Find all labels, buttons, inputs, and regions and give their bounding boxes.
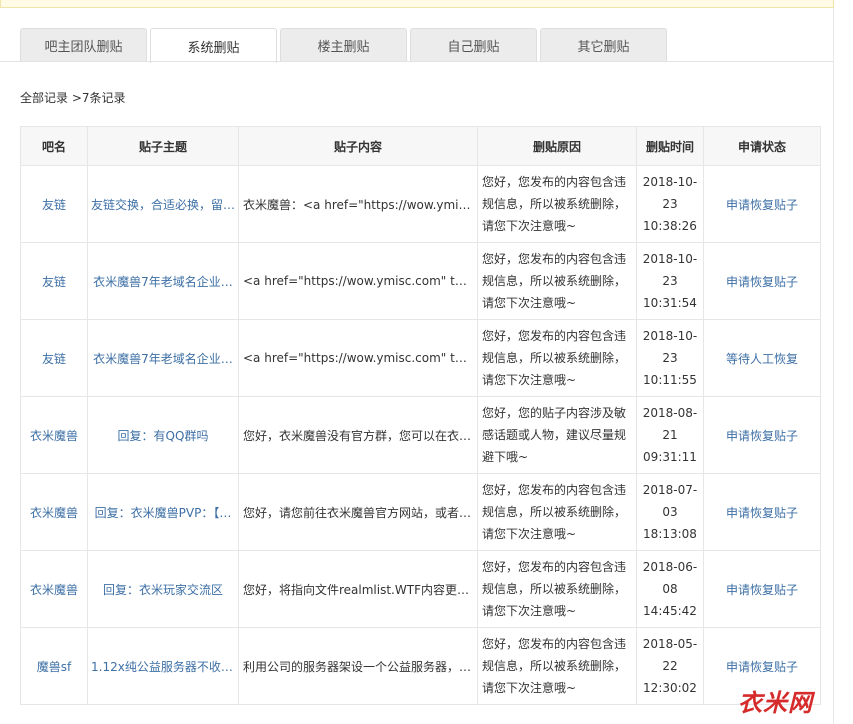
restore-request-link[interactable]: 申请恢复贴子 xyxy=(703,473,821,551)
header-bar: 吧名 xyxy=(20,126,88,166)
post-content: 利用公司的服务器架设一个公益服务器，… xyxy=(243,659,472,674)
delete-clock: 10:31:54 xyxy=(643,296,697,310)
delete-clock: 18:13:08 xyxy=(643,527,697,541)
table-row: 魔兽sf 1.12x纯公益服务器不收取… 利用公司的服务器架设一个公益服务器，…… xyxy=(20,627,821,705)
delete-date: 2018-10-23 xyxy=(642,252,698,288)
delete-date: 2018-07-03 xyxy=(642,483,698,519)
tab-owner-delete[interactable]: 楼主删贴 xyxy=(280,28,407,62)
content-border xyxy=(833,8,834,724)
post-content: 您好，将指向文件realmlist.WTF内容更改… xyxy=(243,582,477,597)
delete-time: 2018-06-08 14:45:42 xyxy=(636,550,704,628)
table-row: 友链 衣米魔兽7年老域名企业… <a href="https://wow.ymi… xyxy=(20,319,821,397)
breadcrumb-root[interactable]: 全部记录 xyxy=(20,91,68,105)
delete-clock: 14:45:42 xyxy=(643,604,697,618)
bar-name-link[interactable]: 友链 xyxy=(20,319,88,397)
delete-time: 2018-07-03 18:13:08 xyxy=(636,473,704,551)
table-row: 衣米魔兽 回复：有QQ群吗 您好，衣米魔兽没有官方群，您可以在衣… 您好，您的贴… xyxy=(20,396,821,474)
delete-time: 2018-10-23 10:11:55 xyxy=(636,319,704,397)
delete-reason: 您好，您发布的内容包含违规信息，所以被系统删除，请您下次注意哦~ xyxy=(477,627,637,705)
bar-name-link[interactable]: 衣米魔兽 xyxy=(20,550,88,628)
post-title-link[interactable]: 1.12x纯公益服务器不收取… xyxy=(88,658,238,675)
post-title-link[interactable]: 衣米魔兽7年老域名企业… xyxy=(88,273,238,290)
post-content: 衣米魔兽：<a href="https://wow.ymisc.co… xyxy=(243,197,477,212)
delete-reason: 您好，您发布的内容包含违规信息，所以被系统删除，请您下次注意哦~ xyxy=(477,550,637,628)
bar-name-link[interactable]: 衣米魔兽 xyxy=(20,473,88,551)
post-content: 您好，衣米魔兽没有官方群，您可以在衣… xyxy=(243,428,472,443)
post-title-link[interactable]: 回复：衣米玩家交流区 xyxy=(88,581,238,598)
breadcrumb-separator: > xyxy=(68,91,82,105)
delete-time: 2018-08-21 09:31:11 xyxy=(636,396,704,474)
bar-name-link[interactable]: 友链 xyxy=(20,165,88,243)
table-row: 友链 衣米魔兽7年老域名企业… <a href="https://wow.ymi… xyxy=(20,242,821,320)
header-title: 贴子主题 xyxy=(87,126,239,166)
table-row: 衣米魔兽 回复：衣米魔兽PVP：【… 您好，请您前往衣米魔兽官方网站，或者… 您… xyxy=(20,473,821,551)
site-watermark-logo: 衣米网 xyxy=(738,689,813,717)
header-status: 申请状态 xyxy=(703,126,821,166)
post-title-link[interactable]: 衣米魔兽7年老域名企业… xyxy=(88,350,238,367)
delete-date: 2018-05-22 xyxy=(642,637,698,673)
delete-date: 2018-10-23 xyxy=(642,175,698,211)
delete-reason: 您好，您的贴子内容涉及敏感话题或人物，建议尽量规避下哦~ xyxy=(477,396,637,474)
delete-date: 2018-06-08 xyxy=(642,560,698,596)
post-title-link[interactable]: 回复：有QQ群吗 xyxy=(88,427,238,444)
delete-clock: 09:31:11 xyxy=(643,450,697,464)
delete-reason: 您好，您发布的内容包含违规信息，所以被系统删除，请您下次注意哦~ xyxy=(477,242,637,320)
bar-name-link[interactable]: 魔兽sf xyxy=(20,627,88,705)
delete-records-table: 吧名 贴子主题 贴子内容 删贴原因 删贴时间 申请状态 友链 友链交换，合适必换… xyxy=(20,126,821,705)
post-title-link[interactable]: 回复：衣米魔兽PVP：【… xyxy=(88,504,238,521)
notice-bar xyxy=(0,0,834,8)
bar-name-link[interactable]: 衣米魔兽 xyxy=(20,396,88,474)
delete-clock: 10:38:26 xyxy=(643,219,697,233)
post-content: 您好，请您前往衣米魔兽官方网站，或者… xyxy=(243,505,472,520)
delete-time: 2018-10-23 10:38:26 xyxy=(636,165,704,243)
delete-date: 2018-08-21 xyxy=(642,406,698,442)
post-title-link[interactable]: 友链交换，合适必换，留… xyxy=(88,196,238,213)
delete-reason: 您好，您发布的内容包含违规信息，所以被系统删除，请您下次注意哦~ xyxy=(477,165,637,243)
delete-reason: 您好，您发布的内容包含违规信息，所以被系统删除，请您下次注意哦~ xyxy=(477,319,637,397)
restore-request-link[interactable]: 申请恢复贴子 xyxy=(703,396,821,474)
tab-self-delete[interactable]: 自己删贴 xyxy=(410,28,537,62)
post-content: <a href="https://wow.ymisc.com" target="… xyxy=(243,351,477,365)
table-row: 衣米魔兽 回复：衣米玩家交流区 您好，将指向文件realmlist.WTF内容更… xyxy=(20,550,821,628)
record-count: 7条记录 xyxy=(81,91,126,105)
delete-date: 2018-10-23 xyxy=(642,329,698,365)
bar-name-link[interactable]: 友链 xyxy=(20,242,88,320)
delete-reason: 您好，您发布的内容包含违规信息，所以被系统删除，请您下次注意哦~ xyxy=(477,473,637,551)
breadcrumb: 全部记录 >7条记录 xyxy=(20,89,126,106)
tab-bar: 吧主团队删贴 系统删贴 楼主删贴 自己删贴 其它删贴 xyxy=(20,28,667,63)
pending-restore-status[interactable]: 等待人工恢复 xyxy=(703,319,821,397)
delete-time: 2018-05-22 12:30:02 xyxy=(636,627,704,705)
tab-divider xyxy=(0,61,834,62)
delete-clock: 12:30:02 xyxy=(643,681,697,695)
tab-other-delete[interactable]: 其它删贴 xyxy=(540,28,667,62)
restore-request-link[interactable]: 申请恢复贴子 xyxy=(703,165,821,243)
table-header-row: 吧名 贴子主题 贴子内容 删贴原因 删贴时间 申请状态 xyxy=(20,126,821,166)
tab-team-delete[interactable]: 吧主团队删贴 xyxy=(20,28,147,62)
header-reason: 删贴原因 xyxy=(477,126,637,166)
delete-clock: 10:11:55 xyxy=(643,373,697,387)
restore-request-link[interactable]: 申请恢复贴子 xyxy=(703,550,821,628)
delete-time: 2018-10-23 10:31:54 xyxy=(636,242,704,320)
header-content: 贴子内容 xyxy=(238,126,478,166)
restore-request-link[interactable]: 申请恢复贴子 xyxy=(703,242,821,320)
header-time: 删贴时间 xyxy=(636,126,704,166)
table-row: 友链 友链交换，合适必换，留… 衣米魔兽：<a href="https://wo… xyxy=(20,165,821,243)
post-content: <a href="https://wow.ymisc.com" target="… xyxy=(243,274,477,288)
tab-system-delete[interactable]: 系统删贴 xyxy=(150,28,277,63)
